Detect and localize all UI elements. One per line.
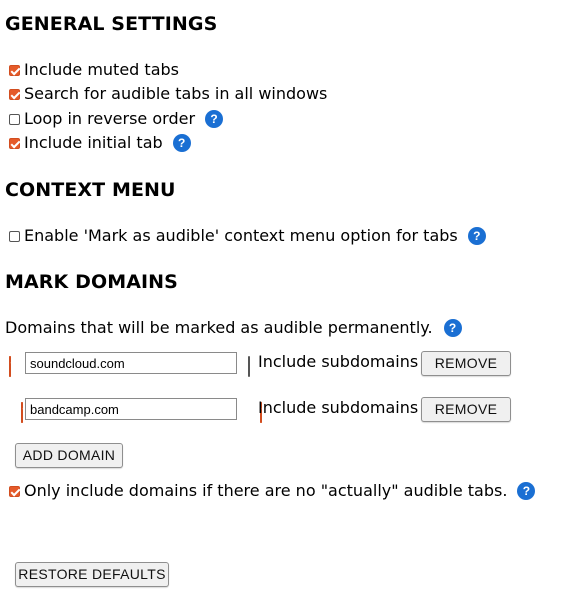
mark-domains-heading: MARK DOMAINS [5,271,178,293]
mark-domains-description-text: Domains that will be marked as audible p… [5,318,433,337]
domain-1-subdomains-label: Include subdomains [258,352,419,371]
loop-reverse-checkbox[interactable] [9,113,20,125]
domain-2-enabled-checkbox[interactable] [21,402,23,423]
search-all-windows-checkbox[interactable] [9,88,20,100]
general-settings-heading: GENERAL SETTINGS [5,13,218,35]
search-all-windows-label: Search for audible tabs in all windows [24,84,328,103]
include-muted-tabs-option[interactable]: Include muted tabs [9,60,179,80]
include-muted-tabs-checkbox[interactable] [9,64,20,76]
domain-1-remove-button[interactable]: REMOVE [421,351,511,376]
include-muted-tabs-label: Include muted tabs [24,60,179,79]
domain-2-input[interactable] [25,398,237,420]
only-if-none-audible-option[interactable]: Only include domains if there are no "ac… [9,481,536,501]
restore-defaults-button[interactable]: RESTORE DEFAULTS [15,562,169,587]
mark-domains-description: Domains that will be marked as audible p… [5,318,462,338]
mark-audible-context-help-icon[interactable]: ? [467,227,486,245]
include-initial-tab-help-icon[interactable]: ? [172,134,191,152]
domain-1-input[interactable] [25,352,237,374]
add-domain-button[interactable]: ADD DOMAIN [15,443,123,468]
include-initial-tab-label: Include initial tab [24,133,163,152]
search-all-windows-option[interactable]: Search for audible tabs in all windows [9,84,327,104]
include-initial-tab-checkbox[interactable] [9,137,20,149]
mark-domains-help-icon[interactable]: ? [443,319,462,337]
domain-1-enabled-checkbox[interactable] [9,356,11,377]
mark-audible-context-option[interactable]: Enable 'Mark as audible' context menu op… [9,226,486,246]
mark-audible-context-checkbox[interactable] [9,230,20,242]
only-if-none-audible-help-icon[interactable]: ? [517,482,536,500]
loop-reverse-help-icon[interactable]: ? [205,110,224,128]
mark-audible-context-label: Enable 'Mark as audible' context menu op… [24,226,458,245]
only-if-none-audible-label: Only include domains if there are no "ac… [24,481,508,500]
include-initial-tab-option[interactable]: Include initial tab ? [9,133,191,153]
only-if-none-audible-checkbox[interactable] [9,485,20,497]
domain-1-subdomains-checkbox[interactable] [248,356,250,377]
domain-2-subdomains-label: Include subdomains [258,398,419,417]
context-menu-heading: CONTEXT MENU [5,179,176,201]
loop-reverse-option[interactable]: Loop in reverse order ? [9,109,224,129]
domain-2-remove-button[interactable]: REMOVE [421,397,511,422]
loop-reverse-label: Loop in reverse order [24,109,196,128]
